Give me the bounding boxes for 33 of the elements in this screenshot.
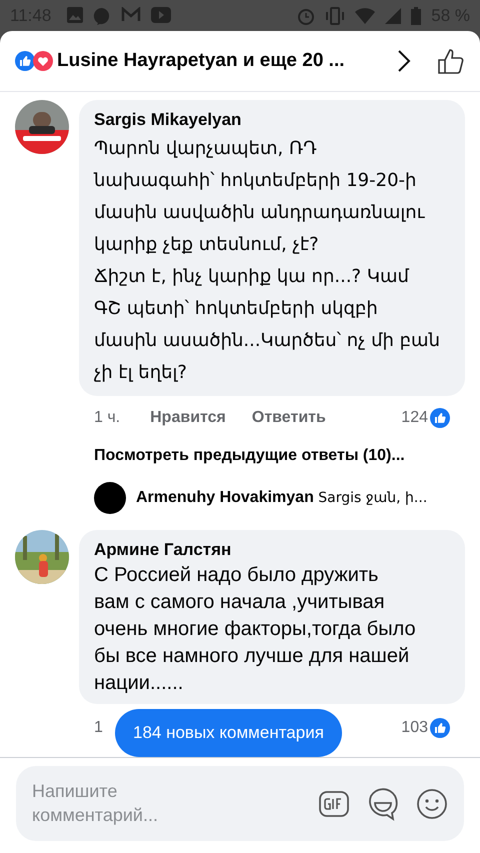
- comment-field[interactable]: Напишите комментарий...: [16, 766, 464, 841]
- new-comments-button[interactable]: 184 новых комментария: [115, 709, 342, 757]
- sticker-icon[interactable]: [366, 786, 400, 822]
- comment-author[interactable]: Армине Галстян: [94, 536, 450, 562]
- image-icon: [67, 6, 84, 22]
- alarm-icon: [297, 6, 316, 24]
- comment-text: Պարոն վարչապետ, ՌԴ նախագահի՝ հոկտեմբերի 19-20-ի մասին ասվածին անդրադառնալու կարիք չեք տեսնում, չէ? Ճիշտ է, ինչ կարիք կա որ...? Կամ ԳՇ պետի՝ հոկտեմբերի սկզբի մասին ասածին...Կարծես՝ ոչ մի բան չի էլ եղել?: [94, 136, 441, 384]
- reply-avatar: [94, 482, 126, 514]
- comment-time: 1 ч.: [94, 408, 120, 428]
- vibrate-icon: [325, 6, 346, 24]
- thumbs-up-icon[interactable]: [437, 47, 465, 75]
- comment-author[interactable]: Sargis Mikayelyan: [94, 107, 450, 132]
- wifi-icon: [355, 8, 376, 24]
- chevron-right-icon[interactable]: [397, 49, 411, 73]
- like-link[interactable]: Нравится: [150, 406, 226, 430]
- view-previous-replies-link[interactable]: Посмотреть предыдущие ответы (10)...: [79, 444, 465, 468]
- like-reaction-icon: [430, 718, 450, 738]
- mail-icon: [121, 6, 142, 22]
- reactions-title[interactable]: Lusine Hayrapetyan и еще 20 ...: [57, 46, 344, 76]
- like-reaction-icon: [15, 51, 35, 71]
- reply-preview[interactable]: Armenuhy Hovakimyan Sargis ջան, ի...: [136, 486, 428, 510]
- comment-time: 1: [94, 718, 103, 738]
- emoji-icon[interactable]: [416, 788, 448, 820]
- signal-icon: [385, 8, 402, 24]
- play-icon: [151, 6, 172, 22]
- love-reaction-icon: [33, 51, 53, 71]
- chat-bubble-icon: [93, 6, 112, 24]
- comment-text: С Россией надо было дружить вам с самого начала ,учитывая очень многие факторы,тогда было бы все намного лучше для нашей нации......: [94, 563, 417, 696]
- like-count: 124: [401, 408, 428, 428]
- reply-link[interactable]: Ответить: [252, 406, 326, 430]
- like-reaction-icon: [430, 408, 450, 428]
- like-count: 103: [401, 718, 428, 738]
- battery-icon: [411, 6, 422, 24]
